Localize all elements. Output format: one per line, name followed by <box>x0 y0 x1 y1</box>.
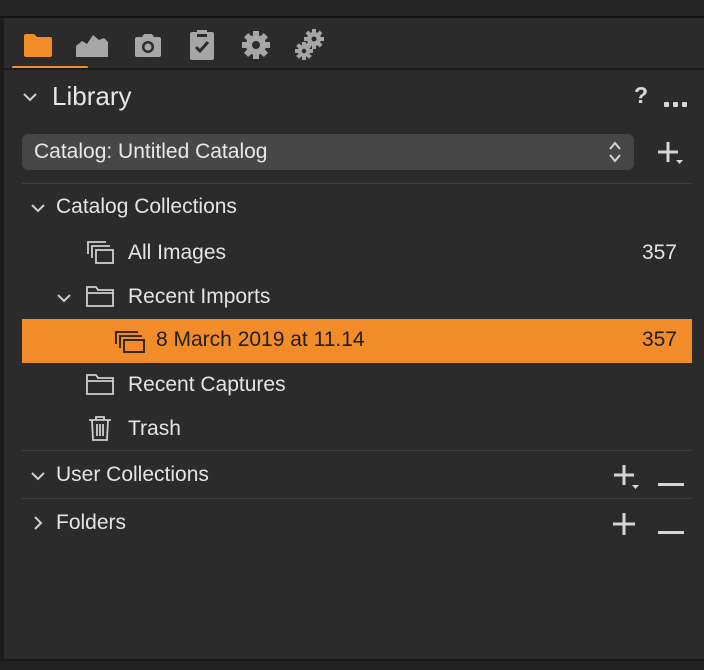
collection-label: Recent Imports <box>128 285 271 308</box>
catalog-select-value: Catalog: Untitled Catalog <box>34 140 268 163</box>
tool-tab-settings[interactable] <box>238 28 274 62</box>
section-divider <box>22 498 692 499</box>
tool-tab-adjustments[interactable] <box>184 28 220 62</box>
help-button[interactable]: ? <box>634 82 648 109</box>
camera-icon <box>133 32 163 58</box>
tool-tab-batch[interactable] <box>292 28 328 62</box>
gears-icon <box>293 28 327 62</box>
window-bottom-strip <box>0 661 704 670</box>
collection-recent-captures[interactable]: Recent Captures <box>4 364 704 408</box>
catalog-collections-header[interactable]: Catalog Collections <box>4 186 704 230</box>
catalog-collections-title: Catalog Collections <box>56 195 237 218</box>
folders-title: Folders <box>56 511 127 534</box>
user-collections-title: User Collections <box>56 463 209 486</box>
remove-folder-button[interactable] <box>658 522 684 540</box>
stacked-images-icon <box>86 240 116 271</box>
chevron-down-icon[interactable] <box>30 200 46 216</box>
tool-tabs <box>4 18 704 69</box>
tool-tab-exposure[interactable] <box>74 28 110 62</box>
tool-tab-capture[interactable] <box>130 28 166 62</box>
remove-user-collection-button[interactable] <box>658 474 684 492</box>
library-header[interactable]: Library ? <box>4 70 704 122</box>
folders-header[interactable]: Folders <box>4 502 704 546</box>
collection-label: Trash <box>128 417 181 440</box>
tool-tab-library[interactable] <box>20 28 56 62</box>
folder-outline-icon <box>86 373 114 400</box>
more-options-icon[interactable] <box>664 94 691 112</box>
trash-icon <box>88 415 112 446</box>
chevron-down-icon[interactable] <box>22 89 38 105</box>
collection-trash[interactable]: Trash <box>4 408 704 452</box>
collection-label: Recent Captures <box>128 373 286 396</box>
add-user-collection-button[interactable] <box>612 463 642 496</box>
section-divider <box>22 183 692 184</box>
library-title: Library <box>52 81 132 111</box>
chevron-right-icon[interactable] <box>30 515 46 531</box>
catalog-select[interactable]: Catalog: Untitled Catalog <box>22 134 634 170</box>
folder-icon <box>23 32 53 58</box>
stacked-images-icon <box>114 328 146 359</box>
folder-outline-icon <box>86 285 114 312</box>
select-updown-icon <box>608 139 622 170</box>
collection-recent-imports[interactable]: Recent Imports <box>4 276 704 320</box>
section-divider <box>22 450 692 451</box>
collection-all-images[interactable]: All Images 357 <box>4 232 704 276</box>
window-top-strip <box>0 0 704 17</box>
clipboard-check-icon <box>188 29 216 61</box>
collection-import-8-march-2019[interactable]: 8 March 2019 at 11.14 357 <box>22 319 692 363</box>
histogram-icon <box>75 32 109 58</box>
collection-label: 8 March 2019 at 11.14 <box>156 328 365 351</box>
chevron-down-icon[interactable] <box>56 290 72 306</box>
collection-count: 357 <box>641 328 677 351</box>
user-collections-header[interactable]: User Collections <box>4 454 704 498</box>
gear-icon <box>241 30 271 60</box>
add-catalog-button[interactable] <box>656 140 686 171</box>
collection-label: All Images <box>128 241 227 264</box>
collection-count: 357 <box>641 241 677 264</box>
add-folder-button[interactable] <box>612 511 638 542</box>
chevron-down-icon[interactable] <box>30 468 46 484</box>
